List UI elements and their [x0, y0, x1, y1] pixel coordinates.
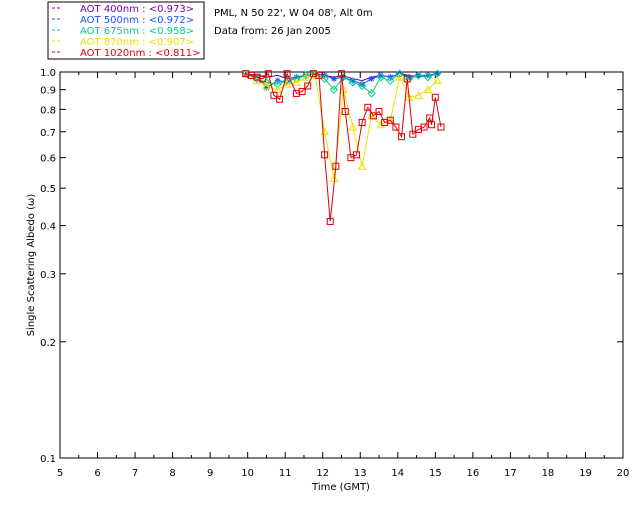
x-tick-label: 6: [94, 468, 100, 479]
x-tick-label: 8: [169, 468, 175, 479]
y-tick-label: 0.2: [40, 338, 56, 349]
y-tick-label: 0.7: [40, 128, 56, 139]
x-tick-label: 11: [279, 468, 292, 479]
y-axis: 0.1 0.2 0.3 0.4 0.5 0.6 0.7 0.8 0.9 1.0: [40, 68, 623, 465]
legend-label: AOT 675nm : <0.958>: [80, 26, 194, 37]
legend-label: AOT 500nm : <0.972>: [80, 15, 194, 26]
y-tick-label: 0.6: [40, 154, 56, 165]
data-point: [368, 75, 375, 82]
legend-label: AOT 400nm : <0.973>: [80, 4, 194, 15]
series-layer: [241, 69, 445, 225]
x-tick-label: 7: [132, 468, 138, 479]
y-tick-label: 0.3: [40, 270, 56, 281]
plot-frame: [59, 71, 624, 459]
date-info: Data from: 26 Jan 2005: [214, 26, 331, 37]
x-tick-label: 18: [542, 468, 555, 479]
y-tick-label: 0.5: [40, 184, 56, 195]
y-tick-label: 0.4: [40, 222, 56, 233]
x-tick-label: 9: [207, 468, 213, 479]
x-tick-label: 17: [504, 468, 517, 479]
series-line: [245, 72, 442, 222]
x-tick-label: 14: [391, 468, 404, 479]
chart-canvas: AOT 400nm : <0.973>AOT 500nm : <0.972>AO…: [26, 1, 630, 493]
site-info: PML, N 50 22', W 04 08', Alt 0m: [214, 8, 373, 19]
legend: AOT 400nm : <0.973>AOT 500nm : <0.972>AO…: [47, 1, 205, 60]
x-tick-label: 15: [429, 468, 442, 479]
legend-label: AOT 1020nm : <0.811>: [80, 48, 200, 59]
legend-label: AOT 870nm : <0.907>: [80, 37, 194, 48]
x-axis-title: Time (GMT): [311, 482, 370, 493]
x-tick-label: 13: [354, 468, 367, 479]
series-5: [242, 70, 445, 225]
x-tick-label: 12: [316, 468, 329, 479]
x-tick-label: 5: [57, 468, 63, 479]
x-axis: 5 6 7 8 9 10 11 12 13 14 15 16 17 18 19 20: [57, 72, 630, 479]
x-tick-label: 19: [579, 468, 592, 479]
y-axis-title: Single Scattering Albedo (ω): [26, 194, 37, 337]
x-tick-label: 10: [241, 468, 254, 479]
y-tick-label: 1.0: [40, 68, 56, 79]
x-tick-label: 20: [617, 468, 630, 479]
data-point: [330, 75, 337, 82]
x-tick-label: 16: [466, 468, 479, 479]
y-tick-label: 0.9: [40, 86, 56, 97]
y-tick-label: 0.8: [40, 105, 56, 116]
y-tick-label: 0.1: [40, 454, 56, 465]
data-point: [432, 76, 442, 85]
